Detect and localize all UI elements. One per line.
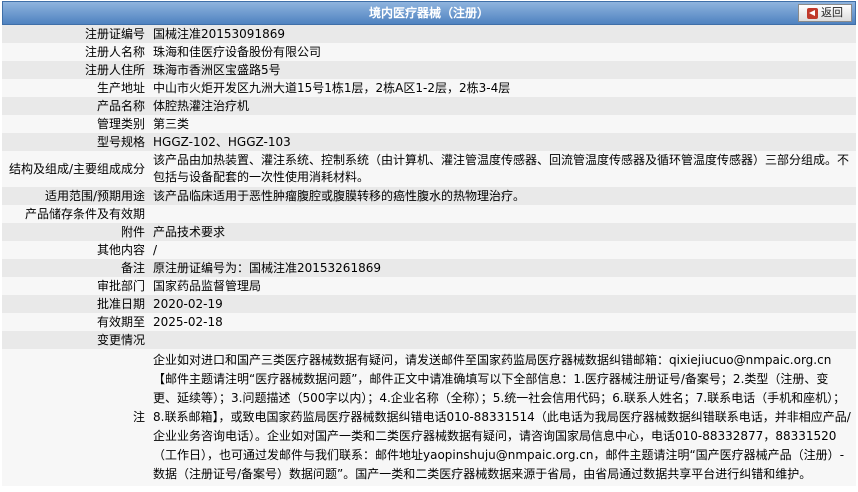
table-row: 注册证编号 国械注准20153091869: [2, 25, 856, 43]
page-header: 境内医疗器械（注册） 返回: [2, 1, 856, 25]
row-label: 型号规格: [2, 133, 149, 151]
table-row: 管理类别 第三类: [2, 115, 856, 133]
table-row: 产品名称 体腔热灌注治疗机: [2, 97, 856, 115]
row-label: 注册证编号: [2, 25, 149, 43]
row-label: 注册人住所: [2, 61, 149, 79]
row-label: 其他内容: [2, 241, 149, 259]
row-value: 该产品临床适用于恶性肿瘤腹腔或腹膜转移的癌性腹水的热物理治疗。: [149, 187, 856, 205]
row-label: 结构及组成/主要组成成分: [2, 151, 149, 187]
row-value: 中山市火炬开发区九洲大道15号1栋1层，2栋A区1-2层，2栋3-4层: [149, 79, 856, 97]
row-value: 体腔热灌注治疗机: [149, 97, 856, 115]
page-title: 境内医疗器械（注册）: [368, 6, 489, 20]
row-value: 第三类: [149, 115, 856, 133]
row-label: 审批部门: [2, 277, 149, 295]
row-label: 生产地址: [2, 79, 149, 97]
table-row: 注册人名称 珠海和佳医疗设备股份有限公司: [2, 43, 856, 61]
row-label: 批准日期: [2, 295, 149, 313]
row-value: [149, 331, 856, 349]
table-row: 其他内容 /: [2, 241, 856, 259]
row-label: 注册人名称: [2, 43, 149, 61]
row-label: 变更情况: [2, 331, 149, 349]
row-value: 企业如对进口和国产三类医疗器械数据有疑问，请发送邮件至国家药监局医疗器械数据纠错…: [149, 349, 856, 486]
row-label: 注: [2, 349, 149, 486]
row-value: 国械注准20153091869: [149, 25, 856, 43]
table-row: 变更情况: [2, 331, 856, 349]
row-value: 2025-02-18: [149, 313, 856, 331]
row-value: 珠海和佳医疗设备股份有限公司: [149, 43, 856, 61]
device-info-table: 注册证编号 国械注准20153091869 注册人名称 珠海和佳医疗设备股份有限…: [2, 25, 856, 486]
table-row: 备注 原注册证编号为：国械注准20153261869: [2, 259, 856, 277]
back-arrow-icon: [807, 7, 818, 19]
table-row: 审批部门 国家药品监督管理局: [2, 277, 856, 295]
row-label: 附件: [2, 223, 149, 241]
table-row: 型号规格 HGGZ-102、HGGZ-103: [2, 133, 856, 151]
table-row: 有效期至 2025-02-18: [2, 313, 856, 331]
table-row: 结构及组成/主要组成成分 该产品由加热装置、灌注系统、控制系统（由计算机、灌注管…: [2, 151, 856, 187]
row-value: 国家药品监督管理局: [149, 277, 856, 295]
row-value: 2020-02-19: [149, 295, 856, 313]
row-value: /: [149, 241, 856, 259]
table-row: 适用范围/预期用途 该产品临床适用于恶性肿瘤腹腔或腹膜转移的癌性腹水的热物理治疗…: [2, 187, 856, 205]
row-label: 产品名称: [2, 97, 149, 115]
row-value: 原注册证编号为：国械注准20153261869: [149, 259, 856, 277]
row-value: HGGZ-102、HGGZ-103: [149, 133, 856, 151]
row-label: 有效期至: [2, 313, 149, 331]
table-row: 产品储存条件及有效期: [2, 205, 856, 223]
row-label: 管理类别: [2, 115, 149, 133]
table-row: 注册人住所 珠海市香洲区宝盛路5号: [2, 61, 856, 79]
table-row: 生产地址 中山市火炬开发区九洲大道15号1栋1层，2栋A区1-2层，2栋3-4层: [2, 79, 856, 97]
back-button-label: 返回: [821, 6, 843, 19]
row-value: 该产品由加热装置、灌注系统、控制系统（由计算机、灌注管温度传感器、回流管温度传感…: [149, 151, 856, 187]
row-value: 产品技术要求: [149, 223, 856, 241]
row-label: 适用范围/预期用途: [2, 187, 149, 205]
row-value: 珠海市香洲区宝盛路5号: [149, 61, 856, 79]
row-label: 产品储存条件及有效期: [2, 205, 149, 223]
back-button[interactable]: 返回: [798, 4, 852, 22]
table-row: 批准日期 2020-02-19: [2, 295, 856, 313]
row-value: [149, 205, 856, 223]
row-label: 备注: [2, 259, 149, 277]
table-row: 附件 产品技术要求: [2, 223, 856, 241]
table-row: 注 企业如对进口和国产三类医疗器械数据有疑问，请发送邮件至国家药监局医疗器械数据…: [2, 349, 856, 486]
